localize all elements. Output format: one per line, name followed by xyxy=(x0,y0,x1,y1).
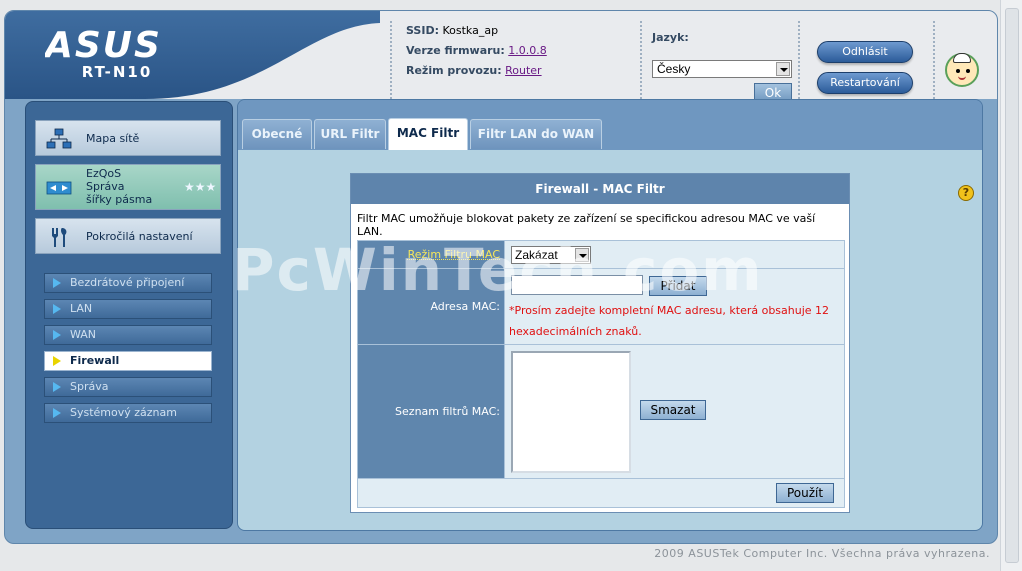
sidebar-sub-label: Firewall xyxy=(70,354,120,367)
ezqos-line-3: šířky pásma xyxy=(86,193,153,206)
mac-label-cell: Adresa MAC: xyxy=(358,269,504,345)
mac-filter-form: Režim Filtru MAC Zakázat Adresa MAC: Při… xyxy=(357,240,845,508)
sidebar-item-system-log[interactable]: Systémový záznam xyxy=(44,403,212,423)
add-mac-button[interactable]: Přidat xyxy=(649,276,707,296)
triangle-right-icon xyxy=(53,304,61,314)
sidebar-item-ezqos[interactable]: EzQoS Správa šířky pásma ★★★ xyxy=(35,164,221,210)
model-name: RT-N10 xyxy=(81,63,153,81)
avatar-eye xyxy=(966,69,970,73)
vertical-scrollbar[interactable] xyxy=(1000,0,1022,571)
content-body: ? Firewall - MAC Filtr Filtr MAC umožňuj… xyxy=(238,150,982,530)
language-panel: Jazyk: Česky Ok xyxy=(640,21,800,103)
sidebar-sub-label: WAN xyxy=(70,328,97,341)
network-map-icon xyxy=(46,128,72,149)
sidebar-sub-label: Správa xyxy=(70,380,109,393)
sidebar-item-wan[interactable]: WAN xyxy=(44,325,212,345)
mac-filter-panel: Firewall - MAC Filtr Filtr MAC umožňuje … xyxy=(350,173,850,513)
list-label-cell: Seznam filtrů MAC: xyxy=(358,345,504,479)
avatar-eye xyxy=(956,69,960,73)
avatar-icon xyxy=(945,53,979,87)
scrollbar-thumb[interactable] xyxy=(1005,8,1019,563)
mode-label-cell: Režim Filtru MAC xyxy=(358,241,504,269)
mac-filter-mode-label: Režim Filtru MAC xyxy=(407,248,500,261)
tab-lan-to-wan-filter[interactable]: Filtr LAN do WAN xyxy=(470,119,602,149)
router-admin-frame: ASUS RT-N10 SSID: Kostka_ap Verze firmwa… xyxy=(4,10,998,544)
status-info-panel: SSID: Kostka_ap Verze firmwaru: 1.0.0.8 … xyxy=(390,21,640,99)
tab-general[interactable]: Obecné xyxy=(242,119,312,149)
tools-icon xyxy=(52,228,67,247)
sidebar: Mapa sítě EzQoS Správa šířky pásma ★★★ P… xyxy=(25,101,233,529)
tab-url-filter[interactable]: URL Filtr xyxy=(314,119,386,149)
chevron-down-icon xyxy=(575,248,589,262)
op-mode-link[interactable]: Router xyxy=(505,64,541,77)
chevron-down-icon xyxy=(776,62,790,76)
firmware-key: Verze firmwaru: xyxy=(406,44,505,57)
triangle-right-icon xyxy=(53,330,61,340)
sidebar-item-firewall[interactable]: Firewall xyxy=(44,351,212,371)
triangle-right-icon xyxy=(53,356,61,366)
ezqos-line-2: Správa xyxy=(86,180,125,193)
mode-value-cell: Zakázat xyxy=(504,241,844,269)
sidebar-item-lan[interactable]: LAN xyxy=(44,299,212,319)
mac-warning-text: *Prosím zadejte kompletní MAC adresu, kt… xyxy=(509,304,830,338)
sidebar-item-label: Mapa sítě xyxy=(86,132,140,145)
sidebar-item-network-map[interactable]: Mapa sítě xyxy=(35,120,221,156)
main-content: Obecné URL Filtr MAC Filtr Filtr LAN do … xyxy=(237,99,983,531)
sidebar-item-label: EzQoS Správa šířky pásma xyxy=(86,167,152,206)
ssid-key: SSID: xyxy=(406,24,439,37)
mac-value-cell: Přidat *Prosím zadejte kompletní MAC adr… xyxy=(504,269,844,345)
firmware-link[interactable]: 1.0.0.8 xyxy=(508,44,546,57)
restart-button[interactable]: Restartování xyxy=(817,72,913,94)
firmware-row: Verze firmwaru: 1.0.0.8 xyxy=(406,41,640,61)
header: ASUS RT-N10 SSID: Kostka_ap Verze firmwa… xyxy=(5,11,997,103)
mac-filter-list[interactable] xyxy=(511,351,631,473)
mac-filter-mode-select[interactable]: Zakázat xyxy=(511,246,591,264)
triangle-right-icon xyxy=(53,408,61,418)
svg-text:ASUS: ASUS xyxy=(45,27,162,61)
tab-mac-filter[interactable]: MAC Filtr xyxy=(388,118,468,150)
mode-row: Režim provozu: Router xyxy=(406,61,640,81)
apply-button[interactable]: Použít xyxy=(776,483,834,503)
sidebar-item-wireless[interactable]: Bezdrátové připojení xyxy=(44,273,212,293)
bandwidth-icon xyxy=(46,181,72,195)
form-footer: Použít xyxy=(358,479,844,507)
mode-select-value: Zakázat xyxy=(515,248,558,262)
help-icon[interactable]: ? xyxy=(958,185,974,201)
ssid-value: Kostka_ap xyxy=(442,24,499,37)
panel-description: Filtr MAC umožňuje blokovat pakety ze za… xyxy=(357,212,816,238)
asus-logo: ASUS xyxy=(45,27,162,61)
language-select[interactable]: Česky xyxy=(652,60,792,78)
mac-address-input[interactable] xyxy=(511,275,643,295)
op-mode-key: Režim provozu: xyxy=(406,64,502,77)
logout-button[interactable]: Odhlásit xyxy=(817,41,913,63)
ezqos-line-1: EzQoS xyxy=(86,167,122,180)
list-value-cell: Smazat xyxy=(504,345,844,479)
avatar-mouth xyxy=(958,76,966,80)
hat-icon xyxy=(953,53,971,63)
language-select-value: Česky xyxy=(657,62,691,76)
sidebar-item-label: Pokročilá nastavení xyxy=(86,230,193,243)
copyright-text: 2009 ASUSTek Computer Inc. Všechna práva… xyxy=(654,547,990,560)
triangle-right-icon xyxy=(53,278,61,288)
stars-icon: ★★★ xyxy=(184,180,217,194)
panel-title: Firewall - MAC Filtr xyxy=(351,174,849,204)
session-buttons-panel: Odhlásit Restartování xyxy=(805,21,935,99)
delete-mac-button[interactable]: Smazat xyxy=(640,400,706,420)
sidebar-item-advanced[interactable]: Pokročilá nastavení xyxy=(35,218,221,254)
sidebar-sub-label: Bezdrátové připojení xyxy=(70,276,185,289)
triangle-right-icon xyxy=(53,382,61,392)
sidebar-sub-label: LAN xyxy=(70,302,93,315)
sidebar-item-administration[interactable]: Správa xyxy=(44,377,212,397)
language-label: Jazyk: xyxy=(652,31,689,44)
ssid-row: SSID: Kostka_ap xyxy=(406,21,640,41)
sidebar-sub-label: Systémový záznam xyxy=(70,406,177,419)
